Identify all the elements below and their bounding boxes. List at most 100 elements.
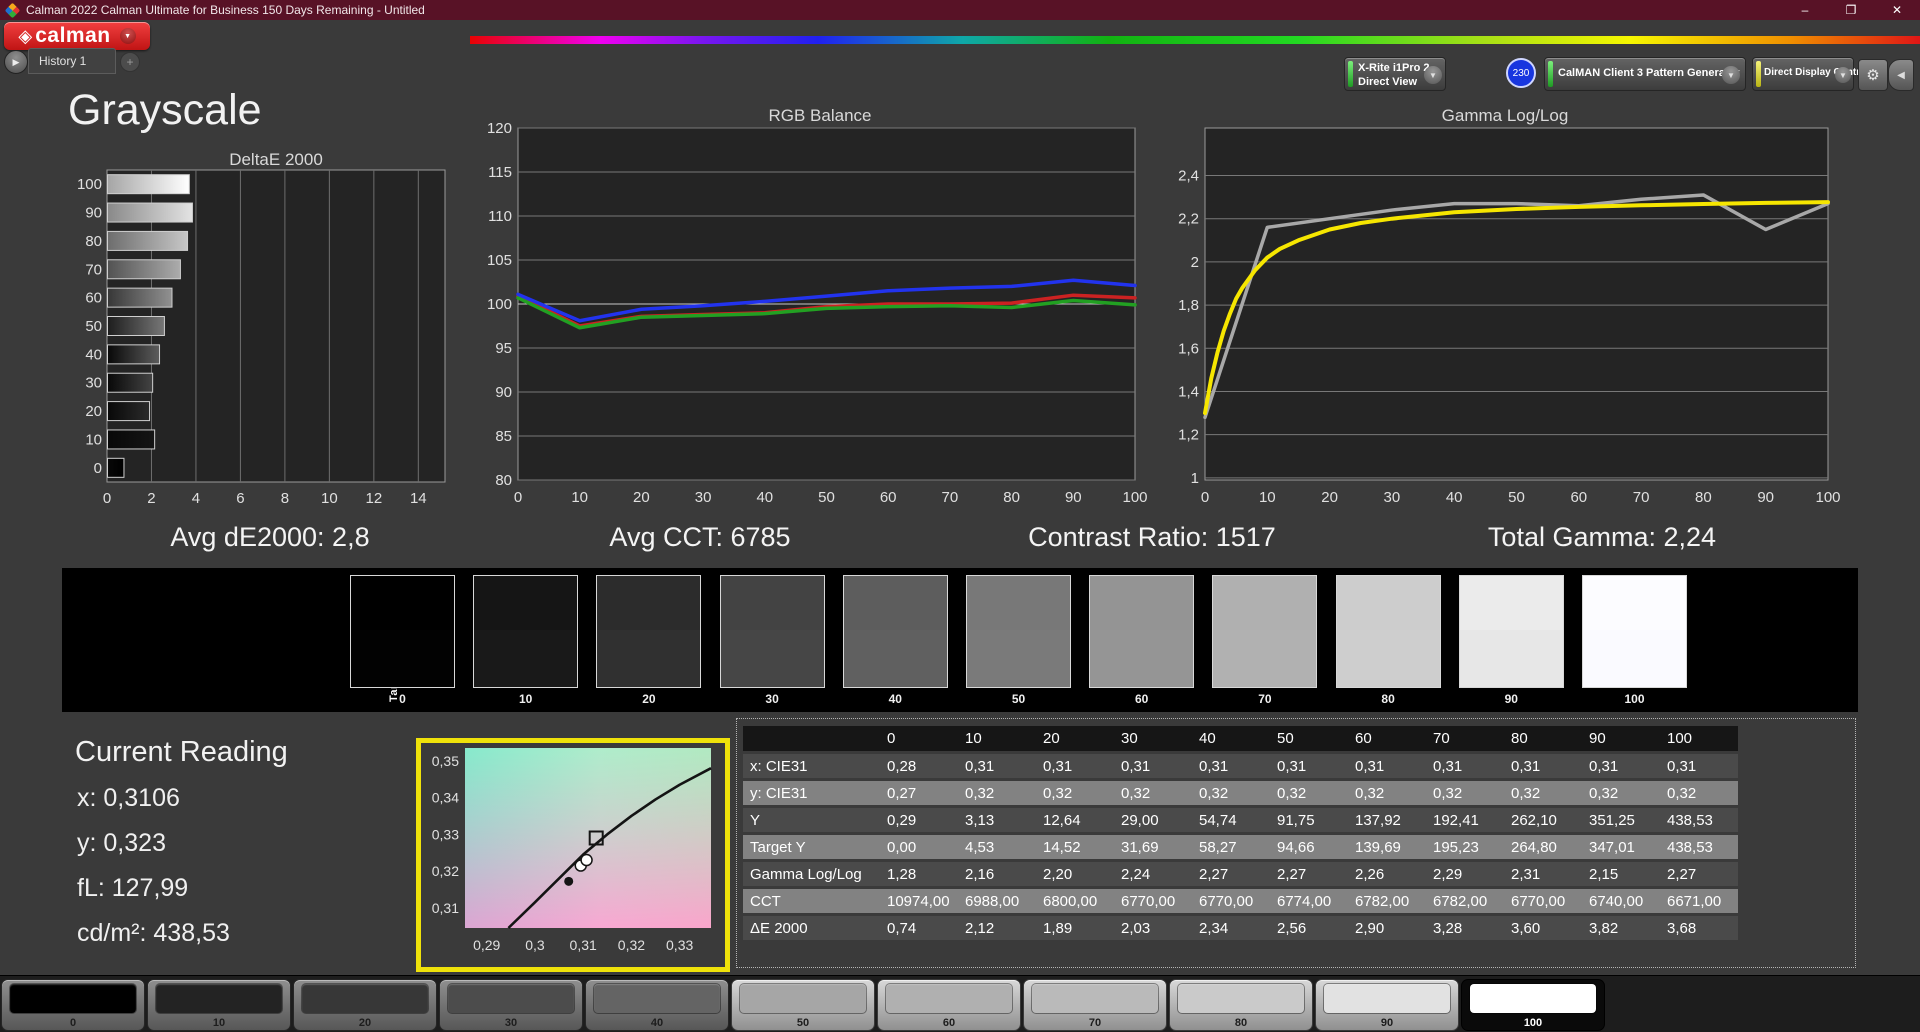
pattern-swatch xyxy=(740,984,866,1013)
svg-text:30: 30 xyxy=(85,375,102,392)
svg-text:115: 115 xyxy=(488,164,512,181)
pattern-level-button-20[interactable]: 20 xyxy=(294,980,436,1030)
pattern-level-button-0[interactable]: 0 xyxy=(2,980,144,1030)
svg-text:80: 80 xyxy=(495,472,512,489)
reading-y: y: 0,323 xyxy=(77,829,166,857)
chevron-down-icon[interactable]: ▼ xyxy=(1722,66,1740,84)
svg-text:20: 20 xyxy=(633,489,650,504)
pattern-level-button-100[interactable]: 100 xyxy=(1462,980,1604,1030)
collapse-panel-button[interactable]: ◀ xyxy=(1888,59,1914,91)
cie-reading-marker xyxy=(580,853,593,867)
svg-text:90: 90 xyxy=(85,205,102,222)
target-swatch xyxy=(843,630,947,687)
rgb-balance-chart: 80 85 90 95 100 105 110 115 120 0 10 20 30 40 50 60 70 80… xyxy=(487,120,1148,509)
results-table-selection[interactable]: 0 10 20 30 40 50 60 70 80 90 100 x: CIE31 0,28 0,31 0,… xyxy=(736,718,1856,968)
svg-text:60: 60 xyxy=(85,290,102,307)
svg-text:80: 80 xyxy=(1003,489,1020,504)
pattern-level-label: 100 xyxy=(1523,1017,1543,1029)
svg-text:10: 10 xyxy=(1259,489,1276,504)
display-control-dropdown[interactable]: Direct Display Control ▼ xyxy=(1752,57,1869,91)
svg-text:100: 100 xyxy=(1815,489,1840,504)
swatch-level-label: 90 xyxy=(1504,692,1518,706)
svg-text:30: 30 xyxy=(1384,489,1401,504)
chevron-right-icon: ▶ xyxy=(12,56,20,67)
add-tab-button[interactable]: + xyxy=(120,52,140,72)
svg-text:0,3: 0,3 xyxy=(525,937,545,953)
grayscale-swatch-50 xyxy=(966,575,1071,688)
tab-history-1[interactable]: History 1 xyxy=(28,48,116,74)
pattern-swatch xyxy=(1032,984,1158,1013)
swatch-level-label: 50 xyxy=(1011,692,1026,706)
grayscale-swatch-80 xyxy=(1335,575,1441,688)
swatch-level-label: 60 xyxy=(1135,692,1149,706)
actual-swatch xyxy=(1459,576,1563,630)
svg-text:0,29: 0,29 xyxy=(473,937,500,953)
chevron-left-icon: ◀ xyxy=(1897,69,1905,81)
svg-text:1,6: 1,6 xyxy=(1178,340,1199,357)
chevron-down-icon[interactable]: ▼ xyxy=(119,28,136,44)
chevron-down-icon[interactable]: ▼ xyxy=(1835,67,1851,83)
results-table: 0 10 20 30 40 50 60 70 80 90 100 x: CIE31 0,28 0,31 0,… xyxy=(743,723,1738,943)
svg-text:2,2: 2,2 xyxy=(1178,211,1199,228)
svg-text:10: 10 xyxy=(321,490,338,507)
pattern-swatch xyxy=(10,984,136,1013)
meter-dropdown[interactable]: X-Rite i1Pro 2 Direct View ▼ xyxy=(1344,57,1446,91)
swatch-level-label: 30 xyxy=(765,692,779,706)
pattern-level-button-50[interactable]: 50 xyxy=(732,980,874,1030)
pattern-swatch xyxy=(302,984,428,1013)
meter-status-bar xyxy=(1348,61,1353,87)
workspace-expander-button[interactable]: ▶ xyxy=(4,50,28,74)
rgb-balance-svg: 80 85 90 95 100 105 110 115 120 0 10 20 30 40 50 60 70 80… xyxy=(487,120,1148,506)
deltae-chart-svg: 0 2 4 6 8 10 12 141009080706050403020100 xyxy=(77,169,446,507)
svg-text:0,32: 0,32 xyxy=(618,937,645,953)
pattern-swatch xyxy=(1470,984,1596,1013)
svg-text:90: 90 xyxy=(495,384,512,401)
actual-swatch xyxy=(474,576,578,630)
table-header-row: 0 10 20 30 40 50 60 70 80 90 100 xyxy=(743,726,1738,751)
pattern-level-button-10[interactable]: 10 xyxy=(148,980,290,1030)
pattern-level-label: 60 xyxy=(942,1017,956,1029)
source-dropdown[interactable]: CalMAN Client 3 Pattern Generator ▼ xyxy=(1544,57,1746,91)
rainbow-accent-bar xyxy=(470,36,1920,44)
table-row: CCT 10974,00 6988,00 6800,00 6770,00 6770,00 6… xyxy=(743,889,1738,913)
display-control-label: Direct Display Control xyxy=(1764,67,1870,78)
svg-text:6: 6 xyxy=(236,490,244,507)
grayscale-swatch-70 xyxy=(1212,575,1318,688)
pattern-level-button-30[interactable]: 30 xyxy=(440,980,582,1030)
svg-text:10: 10 xyxy=(571,489,588,504)
pattern-level-button-80[interactable]: 80 xyxy=(1170,980,1312,1030)
svg-text:0,34: 0,34 xyxy=(432,790,459,806)
meter-reading-count-badge[interactable]: 230 xyxy=(1506,58,1536,88)
pattern-level-button-60[interactable]: 60 xyxy=(878,980,1020,1030)
cie-chromaticity-chart: 0,35 0,34 0,33 0,32 0,31 0,29 0,3 0,31 0,32 0,33 xyxy=(416,738,730,972)
svg-text:1,4: 1,4 xyxy=(1178,383,1199,400)
svg-text:40: 40 xyxy=(1446,489,1463,504)
stat-avg-de2000: Avg dE2000: 2,8 xyxy=(170,522,370,552)
svg-text:50: 50 xyxy=(85,318,102,335)
pattern-level-button-90[interactable]: 90 xyxy=(1316,980,1458,1030)
svg-text:40: 40 xyxy=(756,489,773,504)
svg-text:2: 2 xyxy=(147,490,155,507)
svg-text:80: 80 xyxy=(85,233,102,250)
pattern-level-button-40[interactable]: 40 xyxy=(586,980,728,1030)
close-button[interactable]: ✕ xyxy=(1874,0,1920,20)
gamma-log-log-svg: 1 1,2 1,4 1,6 1,8 2 2,2 2,4 0 10 20 30 40 50 60 70 80 90 1… xyxy=(1178,127,1841,506)
maximize-button[interactable]: ❐ xyxy=(1828,0,1874,20)
chevron-down-icon[interactable]: ▼ xyxy=(1424,66,1442,84)
svg-text:2,4: 2,4 xyxy=(1178,168,1199,185)
svg-text:12: 12 xyxy=(365,490,382,507)
pattern-level-button-70[interactable]: 70 xyxy=(1024,980,1166,1030)
calman-menu-button[interactable]: ◈ calman ▼ xyxy=(4,22,150,50)
gamma-chart: 1 1,2 1,4 1,6 1,8 2 2,2 2,4 0 10 20 30 40 50 60 70 80 90 1… xyxy=(1172,120,1842,509)
calman-app-window: Calman 2022 Calman Ultimate for Business… xyxy=(0,0,1920,1032)
actual-swatch xyxy=(843,576,947,630)
swatch-level-label: 80 xyxy=(1381,692,1395,706)
reading-cdm2: cd/m²: 438,53 xyxy=(77,919,230,947)
svg-text:1,2: 1,2 xyxy=(1178,427,1199,444)
swatch-level-label: 70 xyxy=(1258,692,1272,706)
minimize-button[interactable]: – xyxy=(1782,0,1828,20)
svg-text:14: 14 xyxy=(410,490,427,507)
target-swatch xyxy=(351,630,454,687)
settings-button[interactable]: ⚙ xyxy=(1858,59,1888,91)
table-row: ΔE 2000 0,74 2,12 1,89 2,03 2,34 2,56 2,90 3,28 3… xyxy=(743,916,1738,940)
